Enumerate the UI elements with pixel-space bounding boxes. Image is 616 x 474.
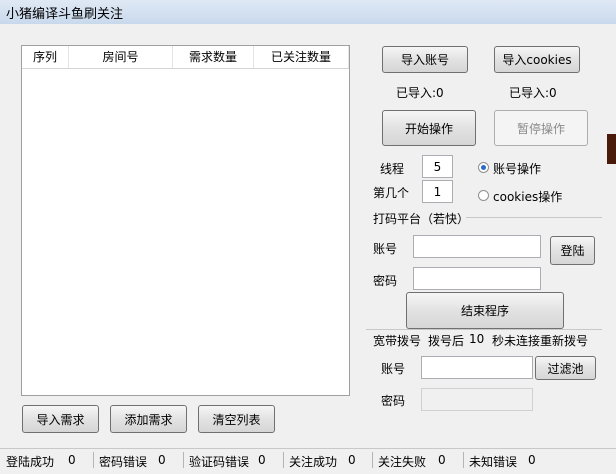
account-label: 账号: [373, 242, 398, 256]
start-button[interactable]: 开始操作: [382, 110, 476, 146]
add-demand-button[interactable]: 添加需求: [110, 405, 187, 433]
status-separator: [463, 452, 464, 468]
imported-accounts-count: 已导入:0: [396, 86, 444, 100]
group-divider: [466, 217, 602, 218]
threads-input[interactable]: 5: [422, 155, 453, 178]
filter-pool-button[interactable]: 过滤池: [535, 356, 596, 380]
column-header-demand[interactable]: 需求数量: [173, 46, 254, 68]
login-button[interactable]: 登陆: [550, 236, 595, 265]
column-header-index[interactable]: 序列: [22, 46, 69, 68]
status-follow-fail-label: 关注失败: [378, 455, 427, 469]
radio-cookies-operation[interactable]: [478, 190, 489, 201]
captcha-password-field[interactable]: [413, 267, 541, 290]
password-label: 密码: [373, 274, 398, 288]
title-bar: 小猪编译斗鱼刷关注: [0, 0, 616, 24]
imported-cookies-count: 已导入:0: [509, 86, 557, 100]
status-login-success-label: 登陆成功: [6, 455, 55, 469]
status-separator: [93, 452, 94, 468]
status-unknown-error-label: 未知错误: [469, 455, 518, 469]
nth-input[interactable]: 1: [422, 180, 453, 203]
status-follow-success-label: 关注成功: [289, 455, 338, 469]
radio-account-operation[interactable]: [478, 162, 489, 173]
threads-label: 线程: [380, 162, 405, 176]
end-program-button[interactable]: 结束程序: [406, 292, 564, 329]
nth-label: 第几个: [373, 186, 410, 200]
requirements-list[interactable]: 序列 房间号 需求数量 已关注数量: [21, 45, 350, 396]
status-password-error-value: 0: [158, 453, 166, 467]
status-separator: [283, 452, 284, 468]
status-login-success-value: 0: [68, 453, 76, 467]
window-title: 小猪编译斗鱼刷关注: [6, 7, 124, 22]
dial-seconds-value[interactable]: 10: [469, 332, 484, 346]
status-separator: [183, 452, 184, 468]
status-follow-success-value: 0: [348, 453, 356, 467]
list-header: 序列 房间号 需求数量 已关注数量: [22, 46, 349, 69]
status-unknown-error-value: 0: [528, 453, 536, 467]
clear-list-button[interactable]: 清空列表: [198, 405, 275, 433]
captcha-account-field[interactable]: [413, 235, 541, 258]
radio-account-label[interactable]: 账号操作: [493, 160, 541, 177]
status-captcha-error-value: 0: [258, 453, 266, 467]
status-follow-fail-value: 0: [438, 453, 446, 467]
captcha-group-title: 打码平台（若快）: [373, 212, 470, 226]
dial-password-label: 密码: [381, 394, 406, 408]
dial-account-field[interactable]: [421, 356, 533, 379]
import-cookies-button[interactable]: 导入cookies: [494, 46, 580, 73]
column-header-room[interactable]: 房间号: [69, 46, 173, 68]
status-separator: [372, 452, 373, 468]
radio-cookies-label[interactable]: cookies操作: [493, 188, 562, 205]
column-header-followed[interactable]: 已关注数量: [254, 46, 349, 68]
status-captcha-error-label: 验证码错误: [189, 455, 250, 469]
import-demand-button[interactable]: 导入需求: [22, 405, 99, 433]
status-password-error-label: 密码错误: [99, 455, 148, 469]
group-divider: [366, 329, 602, 330]
dial-suffix-label: 秒未连接重新拨号: [492, 334, 589, 348]
dial-after-label: 拨号后: [428, 334, 465, 348]
broadband-dial-title: 宽带拨号: [373, 334, 422, 348]
dial-password-field[interactable]: [421, 388, 533, 411]
import-account-button[interactable]: 导入账号: [382, 46, 468, 73]
status-bar: 登陆成功 0 密码错误 0 验证码错误 0 关注成功 0 关注失败 0 未知错误…: [0, 448, 616, 474]
pause-button[interactable]: 暂停操作: [494, 110, 588, 146]
dial-account-label: 账号: [381, 362, 406, 376]
